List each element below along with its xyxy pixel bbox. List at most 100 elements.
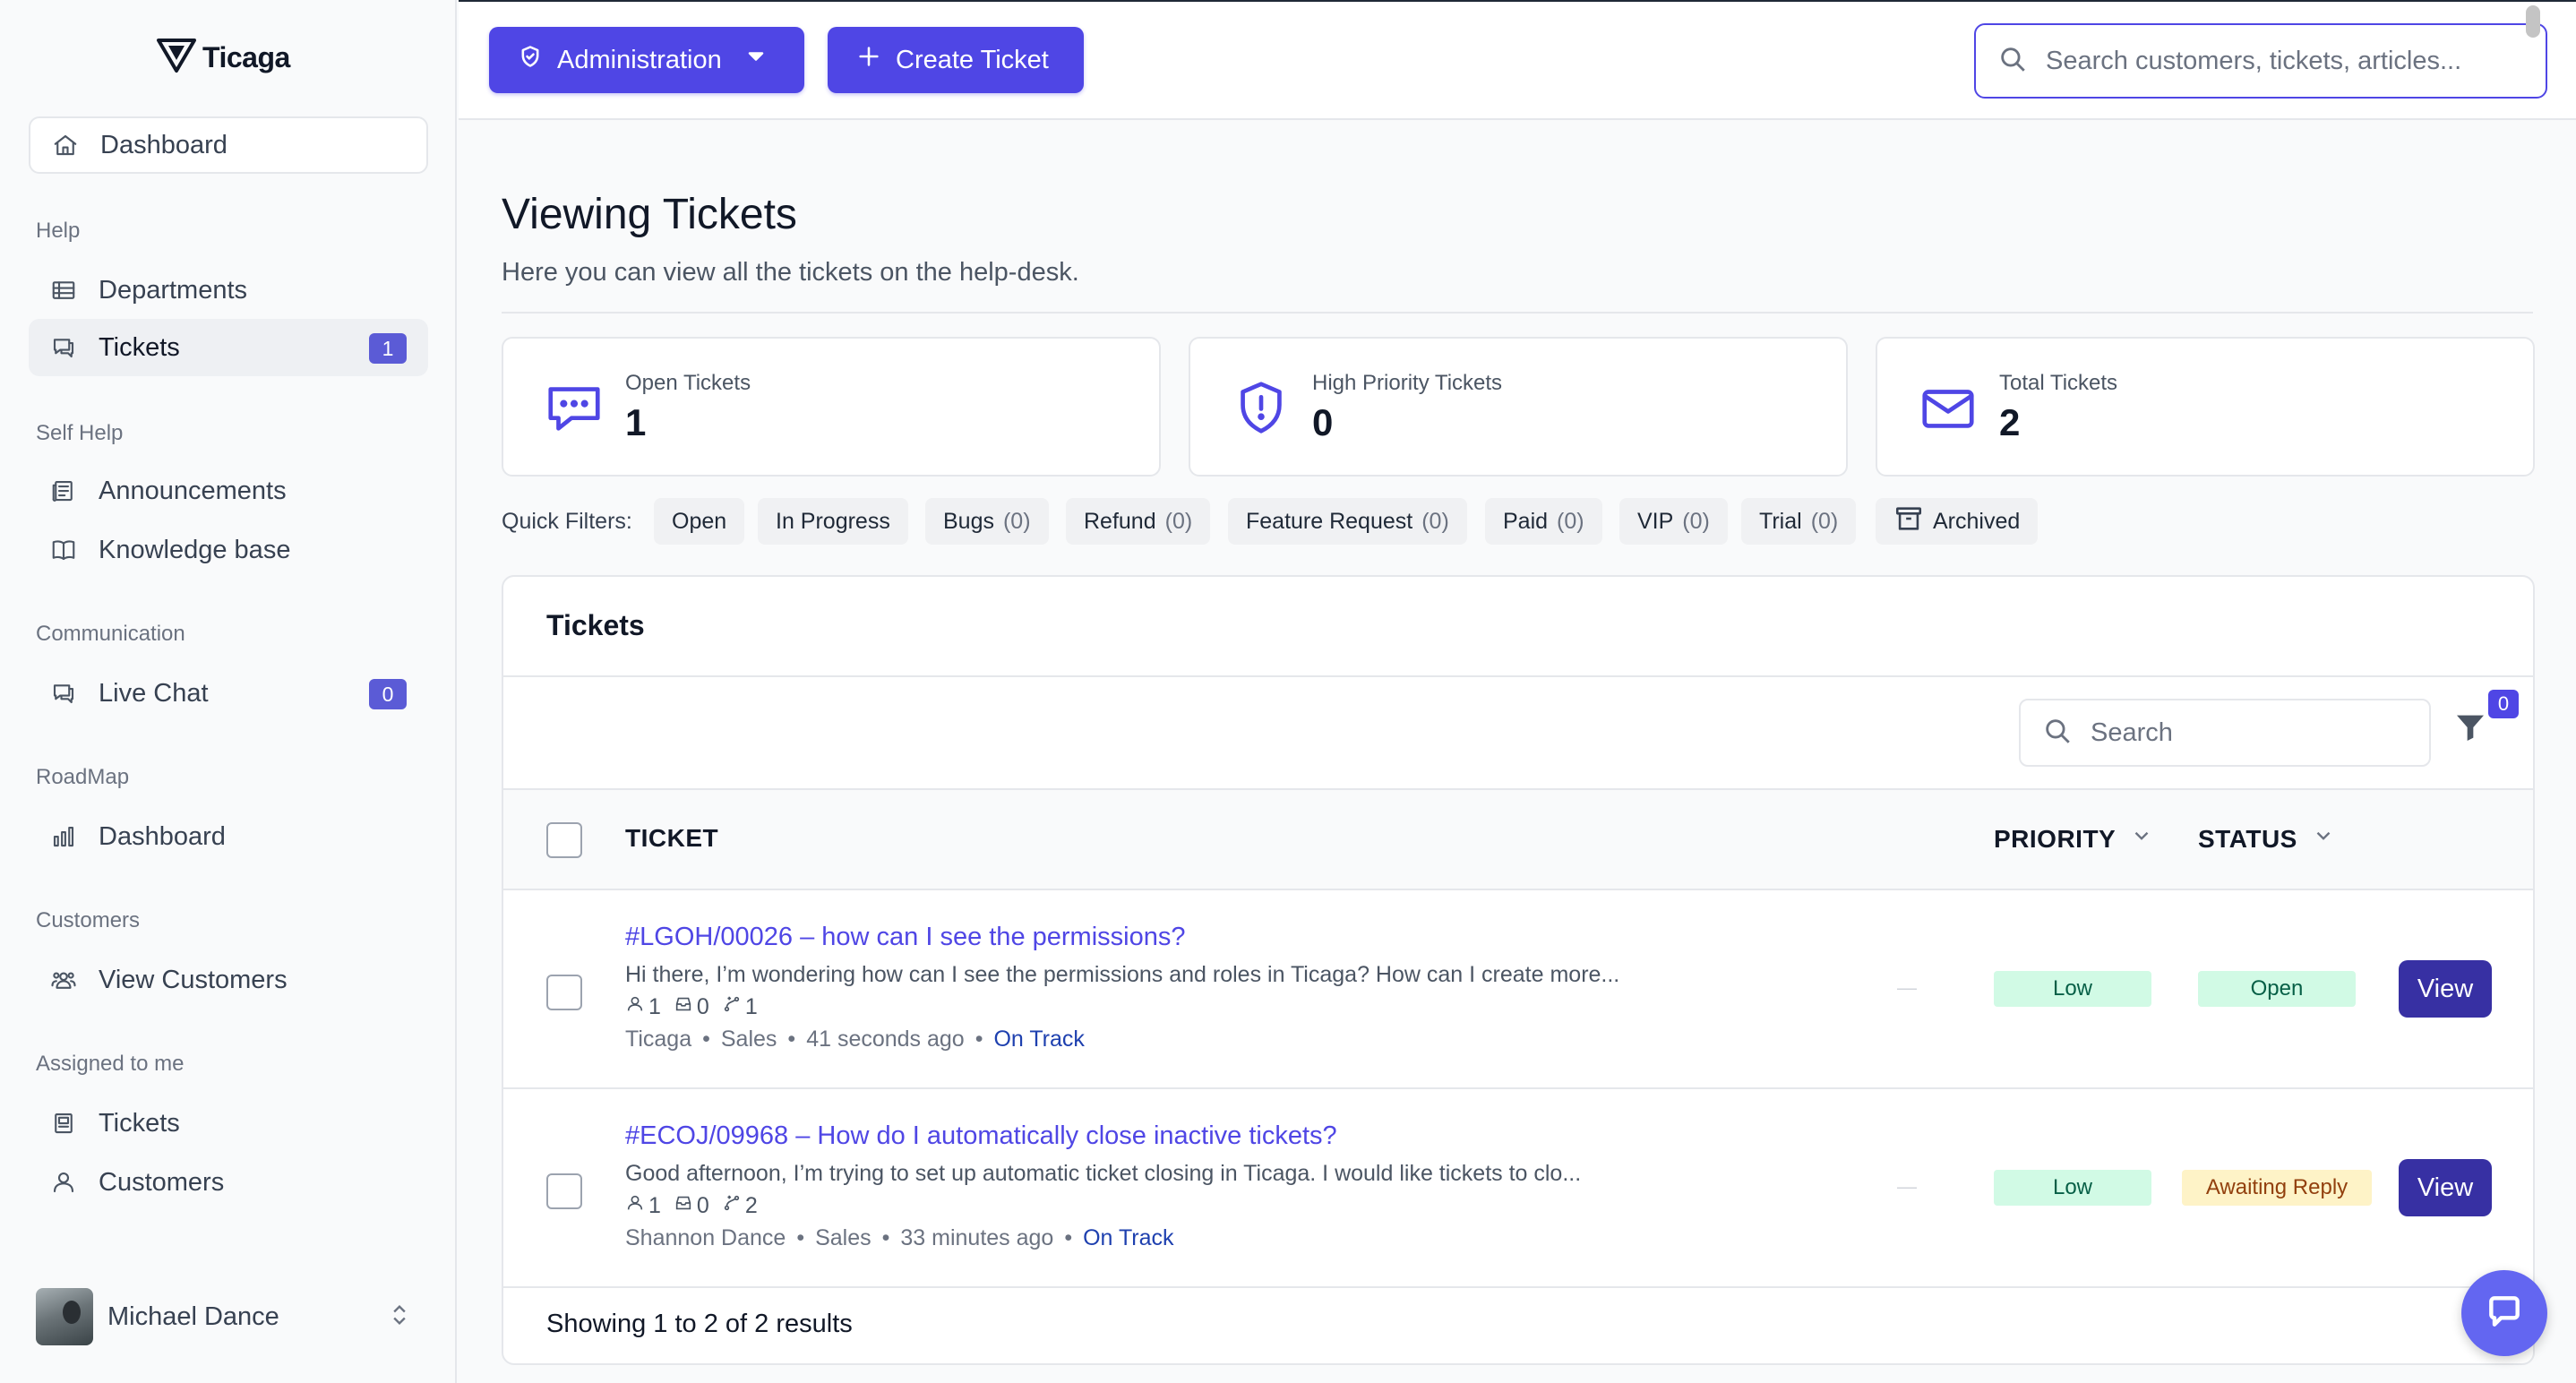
- inbox-icon: [674, 1193, 693, 1219]
- chevron-down-icon: [743, 44, 769, 76]
- sidebar-item-roadmap-dashboard[interactable]: Dashboard: [29, 808, 428, 865]
- view-ticket-button[interactable]: View: [2399, 1159, 2492, 1216]
- sidebar-item-dashboard[interactable]: Dashboard: [29, 116, 428, 174]
- pagination-summary: Showing 1 to 2 of 2 results: [546, 1310, 853, 1338]
- scrollbar[interactable]: [2526, 5, 2540, 38]
- sidebar-item-label: Departments: [99, 275, 248, 305]
- view-ticket-button[interactable]: View: [2399, 960, 2492, 1018]
- sidebar-item-label: View Customers: [99, 965, 288, 994]
- chip-label: Trial: [1759, 508, 1802, 534]
- chat-icon: [50, 680, 77, 707]
- sidebar-item-assigned-customers[interactable]: Customers: [29, 1154, 428, 1211]
- ticket-department: Sales: [720, 1027, 777, 1052]
- chip-label: In Progress: [776, 508, 890, 534]
- table-row: #LGOH/00026 – how can I see the permissi…: [503, 890, 2533, 1087]
- filter-chip-paid[interactable]: Paid (0): [1485, 498, 1602, 545]
- page-subtitle: Here you can view all the tickets on the…: [502, 258, 1079, 287]
- filter-chip-in-progress[interactable]: In Progress: [758, 498, 908, 545]
- divider: [503, 788, 2533, 790]
- priority-badge: Low: [1994, 971, 2151, 1007]
- column-ticket[interactable]: TICKET: [625, 824, 718, 853]
- live-chat-button[interactable]: [2461, 1270, 2547, 1356]
- ticket-time: 41 seconds ago: [806, 1027, 965, 1052]
- logo[interactable]: Ticaga: [156, 36, 290, 79]
- filter-chip-trial[interactable]: Trial (0): [1741, 498, 1857, 545]
- section-title-help: Help: [36, 219, 81, 243]
- sidebar-item-knowledge-base[interactable]: Knowledge base: [29, 521, 428, 579]
- sidebar-item-label: Customers: [99, 1167, 225, 1197]
- chip-count: (0): [1682, 508, 1710, 534]
- create-ticket-button[interactable]: Create Ticket: [828, 27, 1084, 93]
- global-search-input[interactable]: [2046, 46, 2512, 76]
- chip-label: Bugs: [943, 508, 994, 534]
- stat-value: 0: [1312, 401, 1334, 443]
- table-icon: [50, 277, 77, 304]
- merge-icon: [722, 1193, 742, 1219]
- global-search[interactable]: [1974, 23, 2547, 99]
- select-all-checkbox[interactable]: [546, 822, 582, 858]
- logo-text: Ticaga: [202, 40, 290, 73]
- sidebar-item-departments[interactable]: Departments: [29, 262, 428, 319]
- ticket-sla-status: On Track: [1083, 1225, 1174, 1250]
- sidebar: Ticaga Dashboard Help Departments Ticket…: [0, 0, 457, 1383]
- priority-badge: Low: [1994, 1170, 2151, 1206]
- stat-label: Open Tickets: [625, 371, 751, 395]
- chip-label: VIP: [1637, 508, 1674, 534]
- live-chat-count-badge: 0: [369, 679, 407, 709]
- chip-count: (0): [1810, 508, 1839, 534]
- section-title-assigned: Assigned to me: [36, 1052, 185, 1076]
- status-badge: Open: [2198, 971, 2356, 1007]
- stat-label: High Priority Tickets: [1312, 371, 1503, 395]
- column-priority[interactable]: PRIORITY: [1994, 824, 2153, 854]
- filter-chip-archived[interactable]: Archived: [1876, 498, 2039, 545]
- chevron-up-down-icon: [387, 1302, 412, 1332]
- column-status[interactable]: STATUS: [2198, 824, 2335, 854]
- sidebar-item-assigned-tickets[interactable]: Tickets: [29, 1095, 428, 1152]
- ticket-description: Hi there, I’m wondering how can I see th…: [625, 962, 1620, 987]
- chip-count: (0): [1002, 508, 1031, 534]
- section-title-communication: Communication: [36, 622, 185, 646]
- tickets-card-title: Tickets: [546, 609, 645, 641]
- ticket-meta: 1 0 1: [625, 994, 758, 1020]
- chat-bubble-icon: [2485, 1292, 2524, 1336]
- ticket-company: Ticaga: [625, 1027, 692, 1052]
- row-checkbox[interactable]: [546, 975, 582, 1010]
- envelope-icon: [1917, 376, 1979, 439]
- filter-chip-vip[interactable]: VIP (0): [1619, 498, 1728, 545]
- shield-alert-icon: [1230, 376, 1292, 439]
- table-search[interactable]: [2019, 699, 2431, 767]
- section-title-roadmap: RoadMap: [36, 765, 130, 789]
- ticket-sla-status: On Track: [993, 1027, 1085, 1052]
- sidebar-item-live-chat[interactable]: Live Chat 0: [29, 665, 428, 722]
- ticket-title-link[interactable]: #ECOJ/09968 – How do I automatically clo…: [625, 1121, 1337, 1151]
- chevron-down-icon: [2312, 824, 2335, 854]
- sidebar-item-announcements[interactable]: Announcements: [29, 462, 428, 520]
- filter-chip-feature-request[interactable]: Feature Request (0): [1228, 498, 1467, 545]
- ticket-department: Sales: [815, 1225, 872, 1250]
- user-menu[interactable]: Michael Dance: [36, 1288, 412, 1345]
- chip-label: Paid: [1503, 508, 1549, 534]
- newspaper-icon: [50, 477, 77, 504]
- row-checkbox[interactable]: [546, 1173, 582, 1209]
- ticket-users-count: 1: [648, 994, 661, 1019]
- sidebar-item-tickets[interactable]: Tickets 1: [29, 319, 428, 376]
- ticket-footer: Ticaga • Sales • 41 seconds ago • On Track: [625, 1027, 1085, 1052]
- users-icon: [50, 966, 77, 993]
- search-icon: [1997, 44, 2028, 79]
- chip-count: (0): [1421, 508, 1449, 534]
- filter-chip-open[interactable]: Open: [654, 498, 745, 545]
- table-search-input[interactable]: [2091, 717, 2413, 748]
- filter-chip-bugs[interactable]: Bugs (0): [925, 498, 1049, 545]
- archive-icon: [1893, 503, 1924, 540]
- page-title: Viewing Tickets: [502, 191, 797, 238]
- assignee-placeholder: —: [1897, 976, 1917, 999]
- stat-card-high-priority: High Priority Tickets 0: [1189, 337, 1848, 477]
- stat-value: 1: [625, 401, 647, 443]
- ticket-company: Shannon Dance: [625, 1225, 786, 1250]
- user-icon: [625, 1193, 645, 1219]
- ticaga-logo-icon: [156, 37, 197, 79]
- ticket-title-link[interactable]: #LGOH/00026 – how can I see the permissi…: [625, 923, 1185, 952]
- administration-button[interactable]: Administration: [489, 27, 804, 93]
- filter-chip-refund[interactable]: Refund (0): [1066, 498, 1211, 545]
- sidebar-item-view-customers[interactable]: View Customers: [29, 951, 428, 1009]
